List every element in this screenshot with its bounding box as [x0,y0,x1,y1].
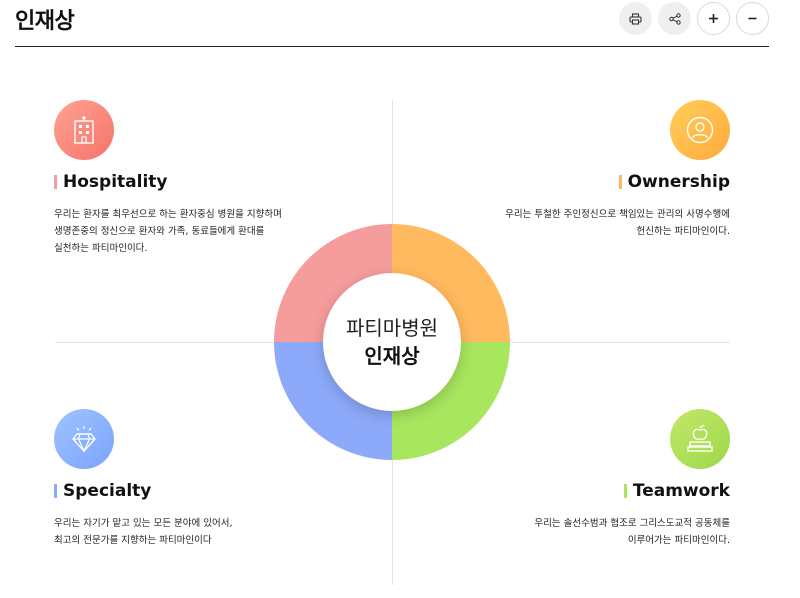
value-ownership: Ownership 우리는 투철한 주인정신으로 책임있는 관리의 사명수행에 … [430,100,730,240]
hospitality-desc-line: 생명존중의 정신으로 환자와 가족, 동료들에게 환대를 [54,226,265,237]
ownership-desc-line: 헌신하는 파티마인이다. [636,226,730,237]
hospitality-desc-line: 우리는 환자를 최우선으로 하는 환자중심 병원을 지향하며 [54,209,282,220]
page-title: 인재상 [15,9,75,34]
teamwork-description: 우리는 솔선수범과 협조로 그리스도교적 공동체를 이루어가는 파티마인이다. [430,515,730,549]
hospitality-accent-bar [54,175,57,189]
teamwork-accent-bar [623,484,627,498]
hospitality-desc-line: 실천하는 파티마인이다. [54,243,148,254]
plus-icon [709,14,718,23]
specialty-icon-circle [54,409,114,469]
toolbar [619,2,769,35]
hospitality-title: Hospitality [54,172,354,192]
share-icon [668,12,681,25]
teamwork-desc-line: 우리는 솔선수범과 협조로 그리스도교적 공동체를 [534,518,730,529]
specialty-description: 우리는 자기가 맡고 있는 모든 분야에 있어서, 최고의 전문가를 지향하는 … [54,515,354,549]
share-button[interactable] [658,2,691,35]
page-header: 인재상 [15,0,769,47]
specialty-desc-line: 최고의 전문가를 지향하는 파티마인이다 [54,535,212,546]
center-title-line2: 인재상 [364,344,420,368]
ownership-title: Ownership [430,172,730,192]
hospitality-title-text: Hospitality [63,172,168,192]
hospitality-description: 우리는 환자를 최우선으로 하는 환자중심 병원을 지향하며 생명존중의 정신으… [54,206,354,257]
hospitality-icon-circle [54,100,114,160]
donut-center: 파티마병원 인재상 [323,273,461,411]
value-hospitality: Hospitality 우리는 환자를 최우선으로 하는 환자중심 병원을 지향… [54,100,354,257]
hospital-building-icon [74,116,94,144]
ownership-description: 우리는 투철한 주인정신으로 책임있는 관리의 사명수행에 헌신하는 파티마인이… [430,206,730,240]
minus-icon [748,17,757,20]
value-teamwork: Teamwork 우리는 솔선수범과 협조로 그리스도교적 공동체를 이루어가는… [430,409,730,549]
specialty-title: Specialty [54,481,354,501]
ownership-icon-circle [670,100,730,160]
zoom-in-button[interactable] [697,2,730,35]
specialty-desc-line: 우리는 자기가 맡고 있는 모든 분야에 있어서, [54,518,233,529]
ownership-accent-bar [618,175,622,189]
zoom-out-button[interactable] [736,2,769,35]
print-button[interactable] [619,2,652,35]
person-icon [686,116,714,144]
ownership-desc-line: 우리는 투철한 주인정신으로 책임있는 관리의 사명수행에 [505,209,730,220]
teamwork-title: Teamwork [430,481,730,501]
diamond-icon [72,426,96,453]
teamwork-icon-circle [670,409,730,469]
center-title-line1: 파티마병원 [346,316,438,340]
specialty-title-text: Specialty [63,481,152,501]
value-specialty: Specialty 우리는 자기가 맡고 있는 모든 분야에 있어서, 최고의 … [54,409,354,549]
teamwork-title-text: Teamwork [632,481,730,501]
ownership-title-text: Ownership [627,172,730,192]
apple-books-icon [687,425,713,452]
teamwork-desc-line: 이루어가는 파티마인이다. [627,535,730,546]
specialty-accent-bar [54,484,57,498]
printer-icon [629,12,642,25]
